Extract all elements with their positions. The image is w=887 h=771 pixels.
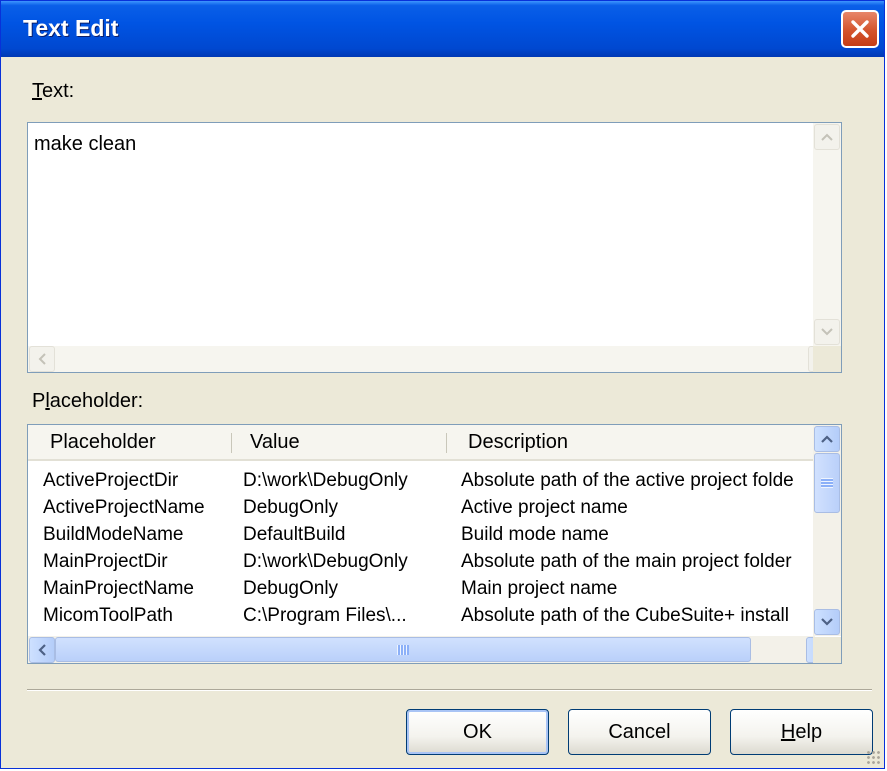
resize-grip[interactable]: [866, 750, 880, 764]
cell-description: Build mode name: [461, 524, 609, 545]
column-header-placeholder[interactable]: Placeholder: [50, 431, 156, 454]
chevron-up-icon: [821, 435, 833, 443]
chevron-left-icon: [38, 644, 46, 656]
placeholder-label: Placeholder:: [32, 390, 144, 412]
title-bar[interactable]: Text Edit: [1, 1, 884, 57]
cell-value: DefaultBuild: [243, 524, 346, 545]
cell-placeholder: BuildModeName: [43, 524, 184, 545]
table-row[interactable]: MicomToolPath C:\Program Files\... Absol…: [28, 605, 817, 631]
table-row[interactable]: BuildModeName DefaultBuild Build mode na…: [28, 524, 817, 550]
cell-value: D:\work\DebugOnly: [243, 551, 408, 572]
list-scroll-left-button[interactable]: [29, 637, 55, 663]
text-horizontal-scrollbar[interactable]: [28, 346, 834, 372]
list-scroll-down-button[interactable]: [814, 609, 840, 635]
cell-value: DebugOnly: [243, 497, 339, 518]
list-horizontal-scrollbar[interactable]: [28, 636, 832, 663]
table-row[interactable]: ActiveProjectName DebugOnly Active proje…: [28, 497, 817, 523]
text-scroll-up-button[interactable]: [814, 124, 840, 150]
close-button[interactable]: [841, 10, 879, 48]
scrollbar-corner: [813, 637, 841, 663]
chevron-down-icon: [821, 618, 833, 626]
help-button[interactable]: Help: [730, 709, 873, 755]
close-icon: [851, 20, 869, 38]
cell-value: D:\work\DebugOnly: [243, 470, 408, 491]
cell-value: DebugOnly: [243, 578, 339, 599]
cell-placeholder: MainProjectDir: [43, 551, 168, 572]
cell-placeholder: ActiveProjectName: [43, 497, 205, 518]
cell-value: C:\Program Files\...: [243, 605, 407, 626]
ok-button[interactable]: OK: [406, 709, 549, 755]
cell-description: Absolute path of the main project folder: [461, 551, 792, 572]
cell-description: Absolute path of the CubeSuite+ install: [461, 605, 789, 626]
chevron-down-icon: [821, 328, 833, 336]
table-row[interactable]: ActiveProjectDir D:\work\DebugOnly Absol…: [28, 470, 817, 496]
cell-placeholder: MicomToolPath: [43, 605, 173, 626]
cell-description: Active project name: [461, 497, 628, 518]
text-scroll-left-button[interactable]: [29, 346, 55, 372]
text-edit-dialog: Text Edit Text: make clean Placeholder: …: [0, 0, 885, 769]
text-vertical-scrollbar[interactable]: [813, 123, 841, 346]
window-title: Text Edit: [23, 15, 119, 41]
cancel-button[interactable]: Cancel: [568, 709, 711, 755]
chevron-left-icon: [38, 353, 46, 365]
column-header-description[interactable]: Description: [468, 431, 568, 454]
column-divider[interactable]: [231, 433, 232, 453]
list-scroll-up-button[interactable]: [814, 426, 840, 452]
column-header-value[interactable]: Value: [250, 431, 300, 454]
table-row[interactable]: MainProjectDir D:\work\DebugOnly Absolut…: [28, 551, 817, 577]
chevron-up-icon: [821, 133, 833, 141]
table-row[interactable]: MainProjectName DebugOnly Main project n…: [28, 578, 817, 604]
text-input[interactable]: make clean: [27, 122, 842, 373]
cell-placeholder: ActiveProjectDir: [43, 470, 179, 491]
text-input-value: make clean: [34, 133, 137, 155]
column-divider[interactable]: [446, 433, 447, 453]
placeholder-list[interactable]: Placeholder Value Description ActiveProj…: [27, 424, 842, 664]
divider: [27, 689, 872, 691]
cell-description: Absolute path of the active project fold…: [461, 470, 794, 491]
list-vertical-scroll-thumb[interactable]: [814, 453, 840, 513]
scrollbar-corner: [813, 346, 841, 372]
list-vertical-scrollbar[interactable]: [813, 425, 841, 636]
list-header: Placeholder Value Description: [28, 425, 817, 461]
list-horizontal-scroll-thumb[interactable]: [55, 637, 751, 662]
cell-placeholder: MainProjectName: [43, 578, 194, 599]
text-scroll-down-button[interactable]: [814, 319, 840, 345]
text-label: Text:: [32, 80, 75, 102]
cell-description: Main project name: [461, 578, 618, 599]
